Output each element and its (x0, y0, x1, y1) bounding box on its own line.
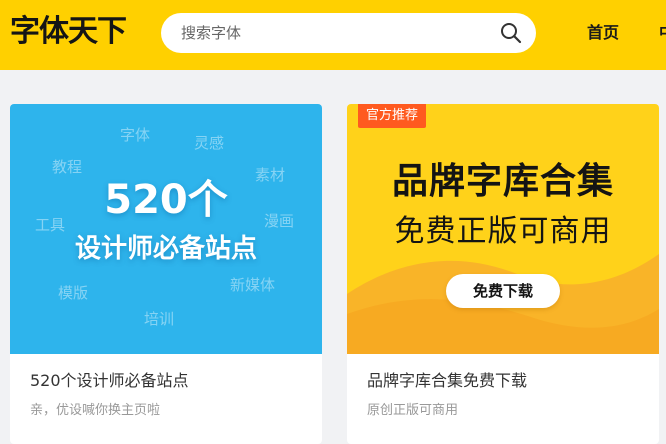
banner-keyword: 模版 (58, 284, 89, 302)
search-input[interactable] (181, 13, 491, 53)
promo-card-designer-sites[interactable]: 字体 灵感 教程 素材 工具 漫画 模版 新媒体 培训 520个 设计师必备站点… (10, 104, 322, 444)
banner-keyword: 培训 (144, 310, 175, 328)
banner-headline: 520个 (104, 177, 228, 223)
banner-headline: 品牌字库合集 (391, 161, 614, 202)
search-icon[interactable] (499, 21, 523, 45)
banner-keyword: 教程 (52, 158, 83, 176)
official-recommend-badge: 官方推荐 (358, 104, 426, 128)
search-bar[interactable] (161, 13, 536, 53)
banner-keyword: 灵感 (194, 134, 225, 152)
banner-keyword: 字体 (120, 126, 151, 144)
banner-keyword: 新媒体 (230, 276, 276, 294)
card-description: 亲，优设喊你换主页啦 (30, 403, 161, 418)
free-download-button[interactable]: 免费下载 (446, 274, 560, 308)
top-header: 字体天下 首页 中 (0, 0, 666, 70)
nav-home-link[interactable]: 首页 (587, 21, 619, 45)
card-banner-image[interactable]: 官方推荐 品牌字库合集 免费正版可商用 免费下载 (347, 104, 659, 354)
nav-next-link[interactable]: 中 (659, 21, 666, 45)
card-description: 原创正版可商用 (367, 403, 459, 418)
card-title[interactable]: 品牌字库合集免费下载 (367, 370, 527, 392)
promo-card-font-collection[interactable]: 官方推荐 品牌字库合集 免费正版可商用 免费下载 品牌字库合集免费下载 原创正版… (347, 104, 659, 444)
banner-subline: 免费正版可商用 (394, 214, 612, 249)
site-logo[interactable]: 字体天下 (10, 14, 127, 50)
card-title[interactable]: 520个设计师必备站点 (30, 370, 189, 392)
banner-subline: 设计师必备站点 (74, 234, 257, 264)
card-banner-image[interactable]: 字体 灵感 教程 素材 工具 漫画 模版 新媒体 培训 520个 设计师必备站点 (10, 104, 322, 354)
